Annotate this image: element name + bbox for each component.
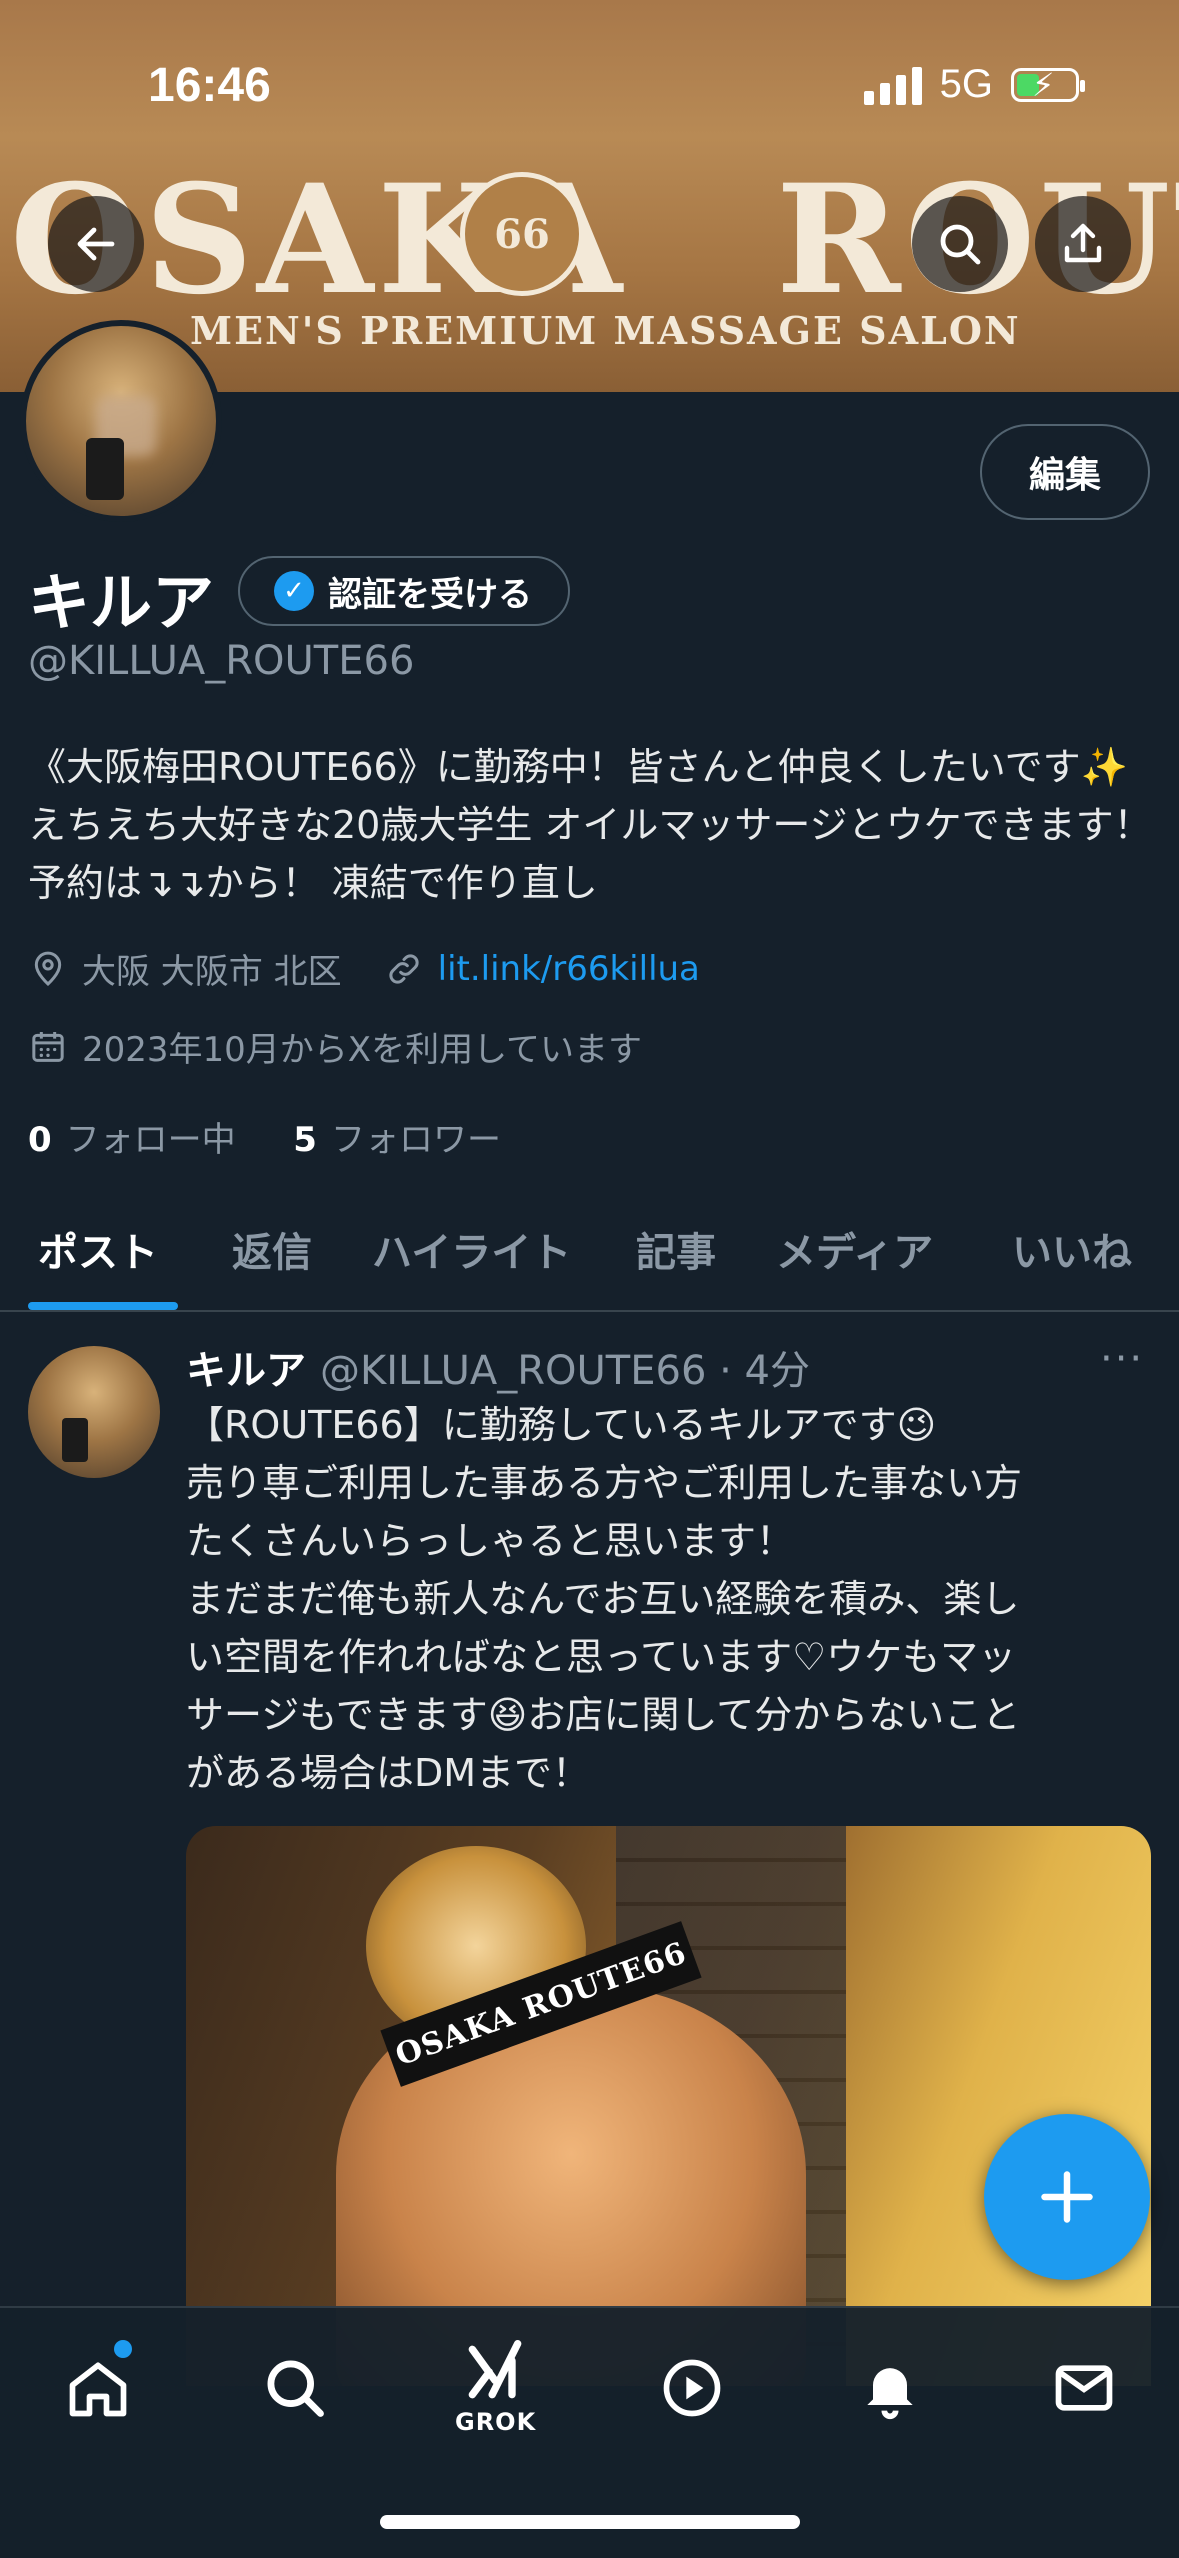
battery-icon: ⚡ xyxy=(1011,66,1085,104)
plus-icon xyxy=(1041,2171,1093,2223)
home-notification-dot xyxy=(114,2340,132,2358)
tab-articles[interactable]: 記事 xyxy=(636,1220,716,1278)
search-button[interactable] xyxy=(912,196,1008,292)
banner-seal-logo: 66 xyxy=(460,172,584,296)
tab-likes[interactable]: いいね xyxy=(1012,1220,1132,1278)
post-avatar[interactable] xyxy=(28,1346,160,1478)
status-indicators: 5G ⚡ xyxy=(863,62,1085,107)
post-image[interactable]: OSAKA ROUTE66 xyxy=(186,1826,1151,2386)
post-meta: @KILLUA_ROUTE66 · 4分 xyxy=(320,1348,810,1394)
calendar-icon xyxy=(32,1031,64,1062)
get-verified-button[interactable]: ✓ 認証を受ける xyxy=(238,556,570,626)
profile-name: キルア xyxy=(28,566,215,639)
post-header: キルア @KILLUA_ROUTE66 · 4分 xyxy=(186,1338,810,1396)
location-pin-icon xyxy=(34,951,62,986)
play-icon xyxy=(663,2359,721,2417)
profile-joined: 2023年10月からXを利用しています xyxy=(82,1030,643,1070)
profile-tabs: ポスト 返信 ハイライト 記事 メディア いいね xyxy=(0,1200,1179,1312)
profile-location: 大阪 大阪市 北区 xyxy=(82,952,342,992)
search-icon xyxy=(940,224,981,265)
mail-icon xyxy=(1055,2365,1113,2411)
signal-icon xyxy=(863,65,922,105)
link-icon xyxy=(389,953,419,984)
tab-replies[interactable]: 返信 xyxy=(232,1220,312,1278)
following-link[interactable]: 0 フォロー中 xyxy=(28,1120,236,1160)
home-icon xyxy=(69,2362,127,2417)
nav-video[interactable] xyxy=(652,2348,732,2428)
share-button[interactable] xyxy=(1035,196,1131,292)
edit-profile-button[interactable]: 編集 xyxy=(980,424,1150,520)
profile-bio: 《大阪梅田ROUTE66》に勤務中！皆さんと仲良くしたいです✨ えちえち大好きな… xyxy=(28,745,1152,905)
profile-avatar[interactable] xyxy=(20,320,222,522)
nav-notifications[interactable] xyxy=(850,2348,930,2428)
grok-label: GROK xyxy=(455,2408,537,2436)
post-text: 【ROUTE66】に勤務しているキルアです😉 売り専ご利用した事ある方やご利用し… xyxy=(186,1403,1023,1795)
follow-stats: 0 フォロー中 5 フォロワー xyxy=(28,1112,501,1161)
back-arrow-icon xyxy=(77,227,115,261)
nav-home[interactable] xyxy=(58,2348,138,2428)
share-icon xyxy=(1064,223,1102,263)
post-more-button[interactable]: ··· xyxy=(1100,1336,1144,1382)
nav-messages[interactable] xyxy=(1044,2348,1124,2428)
bell-icon xyxy=(867,2368,913,2420)
tab-media[interactable]: メディア xyxy=(776,1220,933,1278)
verified-badge-icon: ✓ xyxy=(274,571,314,611)
status-time: 16:46 xyxy=(148,59,271,112)
compose-post-button[interactable] xyxy=(984,2114,1150,2280)
get-verified-label: 認証を受ける xyxy=(328,574,532,615)
nav-grok[interactable] xyxy=(455,2332,535,2412)
followers-link[interactable]: 5 フォロワー xyxy=(293,1120,501,1160)
profile-meta-joined: 2023年10月からXを利用しています xyxy=(28,1022,642,1071)
back-button[interactable] xyxy=(48,196,144,292)
nav-search[interactable] xyxy=(255,2348,335,2428)
tab-posts[interactable]: ポスト xyxy=(38,1220,158,1278)
post-author-name[interactable]: キルア xyxy=(186,1348,306,1394)
home-indicator xyxy=(380,2515,800,2529)
grok-icon xyxy=(468,2339,522,2399)
search-icon xyxy=(267,2360,324,2417)
active-tab-indicator xyxy=(28,1302,178,1310)
profile-handle: @KILLUA_ROUTE66 xyxy=(28,638,415,684)
profile-meta-location-link: 大阪 大阪市 北区 lit.link/r66killua xyxy=(28,944,700,993)
network-label: 5G xyxy=(939,62,993,106)
profile-link[interactable]: lit.link/r66killua xyxy=(438,949,700,989)
tab-highlights[interactable]: ハイライト xyxy=(372,1220,571,1278)
banner-subtitle: MEN'S PREMIUM MASSAGE SALON xyxy=(190,308,1021,353)
